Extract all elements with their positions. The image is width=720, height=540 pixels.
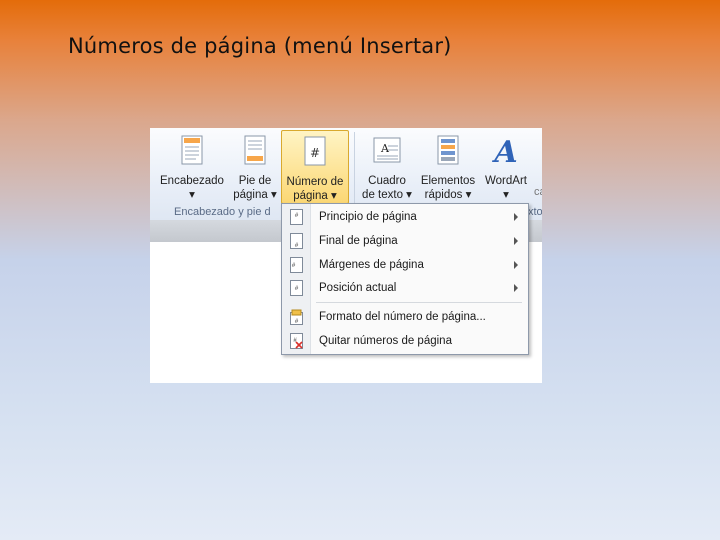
menu-item-final[interactable]: # Final de página [282,230,528,252]
page-bottom-icon: # [290,233,303,249]
submenu-arrow-icon [514,237,518,245]
partial-ribbon-label: ca [534,186,542,198]
encabezado-button[interactable]: Encabezado ▾ [156,130,228,202]
wordart-arrow: ▾ [503,189,509,201]
cuadro-de-texto-label: Cuadro [368,175,406,187]
group-label-header-footer: Encabezado y pie d [174,206,271,218]
pie-de-pagina-arrow: página ▾ [233,189,277,201]
menu-item-principio[interactable]: # Principio de página [282,206,528,228]
menu-item-label: Principio de página [319,211,417,223]
page-number-dropdown-menu: # Principio de página # Final de página … [281,203,529,355]
text-box-icon: A [373,137,401,163]
wordart-label: WordArt [485,175,527,187]
menu-item-label: Final de página [319,235,398,247]
submenu-arrow-icon [514,284,518,292]
page-current-position-icon: # [290,280,303,296]
wordart-button[interactable]: A WordArt ▾ [480,130,532,202]
svg-text:A: A [380,142,390,155]
elementos-rapidos-label: Elementos [420,175,476,187]
pie-de-pagina-button[interactable]: Pie de página ▾ [230,130,280,202]
pie-de-pagina-label: Pie de [238,175,272,187]
numero-de-pagina-button[interactable]: # Número de página ▾ [281,130,349,204]
submenu-arrow-icon [514,261,518,269]
page-number-icon: # [304,136,326,166]
menu-item-label: Posición actual [319,282,397,294]
word-ribbon-screenshot: Encabezado ▾ Pie de página ▾ # Número de pá… [150,128,542,383]
numero-de-pagina-label: Número de [286,176,344,188]
svg-text:#: # [310,146,320,160]
menu-item-posicion[interactable]: # Posición actual [282,277,528,299]
slide-title: Números de página (menú Insertar) [68,34,452,58]
encabezado-arrow: ▾ [189,189,195,201]
menu-item-label: Márgenes de página [319,259,424,271]
svg-text:A: A [491,135,517,168]
cuadro-de-texto-button[interactable]: A Cuadro de texto ▾ [358,130,416,202]
elementos-rapidos-button[interactable]: Elementos rápidos ▾ [417,130,479,202]
format-page-number-icon: # [290,309,303,325]
cuadro-de-texto-arrow: de texto ▾ [362,189,412,201]
remove-page-number-icon: # [290,333,303,349]
group-label-text: xto [528,206,542,218]
page-margin-icon: # [290,257,303,273]
elementos-rapidos-arrow: rápidos ▾ [424,189,472,201]
wordart-icon: A [491,135,517,168]
footer-icon [244,135,266,165]
menu-item-label: Formato del número de página... [319,311,486,323]
submenu-arrow-icon [514,213,518,221]
menu-separator [316,302,522,303]
menu-item-formato[interactable]: # Formato del número de página... [282,306,528,328]
encabezado-label: Encabezado [160,175,224,187]
menu-item-margenes[interactable]: # Márgenes de página [282,254,528,276]
header-icon [181,135,203,165]
menu-item-quitar[interactable]: # Quitar números de página [282,330,528,352]
page-top-icon: # [290,209,303,225]
menu-item-label: Quitar números de página [319,335,452,347]
numero-de-pagina-arrow: página ▾ [293,190,337,202]
quick-parts-icon [437,135,459,165]
